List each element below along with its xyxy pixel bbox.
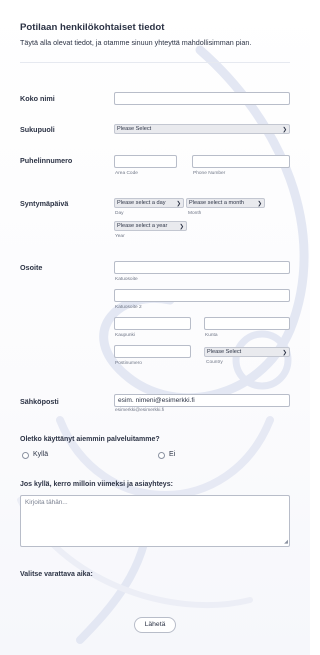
phone-number-sublabel: Phone Number xyxy=(193,171,226,176)
birth-year-select[interactable]: Please select a year ❯ xyxy=(114,221,187,231)
postal-code-sublabel: Postinumero xyxy=(115,361,142,366)
birth-day-select[interactable]: Please select a day ❯ xyxy=(114,198,184,208)
radio-no-label: Ei xyxy=(169,451,176,458)
appointment-label: Valitse varattava aika: xyxy=(20,571,93,578)
city-input[interactable] xyxy=(114,317,191,330)
resize-grip-icon[interactable]: ◢ xyxy=(284,539,288,545)
email-label: Sähköposti xyxy=(20,397,59,406)
details-placeholder: Kirjoita tähän... xyxy=(25,499,68,506)
birth-year-sublabel: Year xyxy=(115,234,125,239)
gender-select-value: Please Select xyxy=(117,126,152,132)
birth-day-select-value: Please select a day xyxy=(117,200,166,206)
form-page: Potilaan henkilökohtaiset tiedot Täytä a… xyxy=(0,0,310,655)
street-address-sublabel: Katuosoite xyxy=(115,277,138,282)
full-name-label: Koko nimi xyxy=(20,94,55,103)
gender-label: Sukupuoli xyxy=(20,125,55,134)
birth-year-select-value: Please select a year xyxy=(117,223,168,229)
details-textarea[interactable]: Kirjoita tähän... ◢ xyxy=(20,495,290,547)
municipality-input[interactable] xyxy=(204,317,290,330)
postal-code-input[interactable] xyxy=(114,345,191,358)
country-select[interactable]: Please Select ❯ xyxy=(204,347,290,357)
municipality-sublabel: Kunta xyxy=(205,333,218,338)
chevron-down-icon: ❯ xyxy=(282,127,287,133)
radio-yes-label: Kyllä xyxy=(33,451,49,458)
country-sublabel: Country xyxy=(206,360,223,365)
gender-select[interactable]: Please Select ❯ xyxy=(114,124,290,134)
submit-button[interactable]: Lähetä xyxy=(134,617,176,633)
chevron-down-icon: ❯ xyxy=(282,350,287,356)
chevron-down-icon: ❯ xyxy=(179,224,184,230)
country-select-value: Please Select xyxy=(207,349,242,355)
chevron-down-icon: ❯ xyxy=(257,201,262,207)
phone-label: Puhelinnumero xyxy=(20,156,73,165)
radio-no[interactable] xyxy=(158,452,165,459)
birth-month-select[interactable]: Please select a month ❯ xyxy=(186,198,265,208)
area-code-sublabel: Area Code xyxy=(115,171,138,176)
address-label: Osoite xyxy=(20,263,43,272)
city-sublabel: Kaupunki xyxy=(115,333,136,338)
form-title: Potilaan henkilökohtaiset tiedot xyxy=(20,22,165,33)
previous-use-question: Oletko käyttänyt aiemmin palveluitamme? xyxy=(20,436,160,443)
street-address-2-input[interactable] xyxy=(114,289,290,302)
birthdate-label: Syntymäpäivä xyxy=(20,199,69,208)
form-subtitle: Täytä alla olevat tiedot, ja otamme sinu… xyxy=(20,38,252,47)
email-input[interactable]: esim. nimeni@esimerkki.fi xyxy=(114,394,290,407)
birth-month-sublabel: Month xyxy=(188,211,202,216)
street-address-2-sublabel: Katuosoite 2 xyxy=(115,305,142,310)
radio-yes[interactable] xyxy=(22,452,29,459)
birth-month-select-value: Please select a month xyxy=(189,200,245,206)
street-address-input[interactable] xyxy=(114,261,290,274)
birth-day-sublabel: Day xyxy=(115,211,124,216)
details-question: Jos kyllä, kerro milloin viimeksi ja asi… xyxy=(20,481,173,488)
phone-number-input[interactable] xyxy=(192,155,290,168)
email-hint: esimerkki@esimerkki.fi xyxy=(115,408,165,413)
chevron-down-icon: ❯ xyxy=(176,201,181,207)
header-divider xyxy=(20,62,290,63)
full-name-input[interactable] xyxy=(114,92,290,105)
area-code-input[interactable] xyxy=(114,155,177,168)
